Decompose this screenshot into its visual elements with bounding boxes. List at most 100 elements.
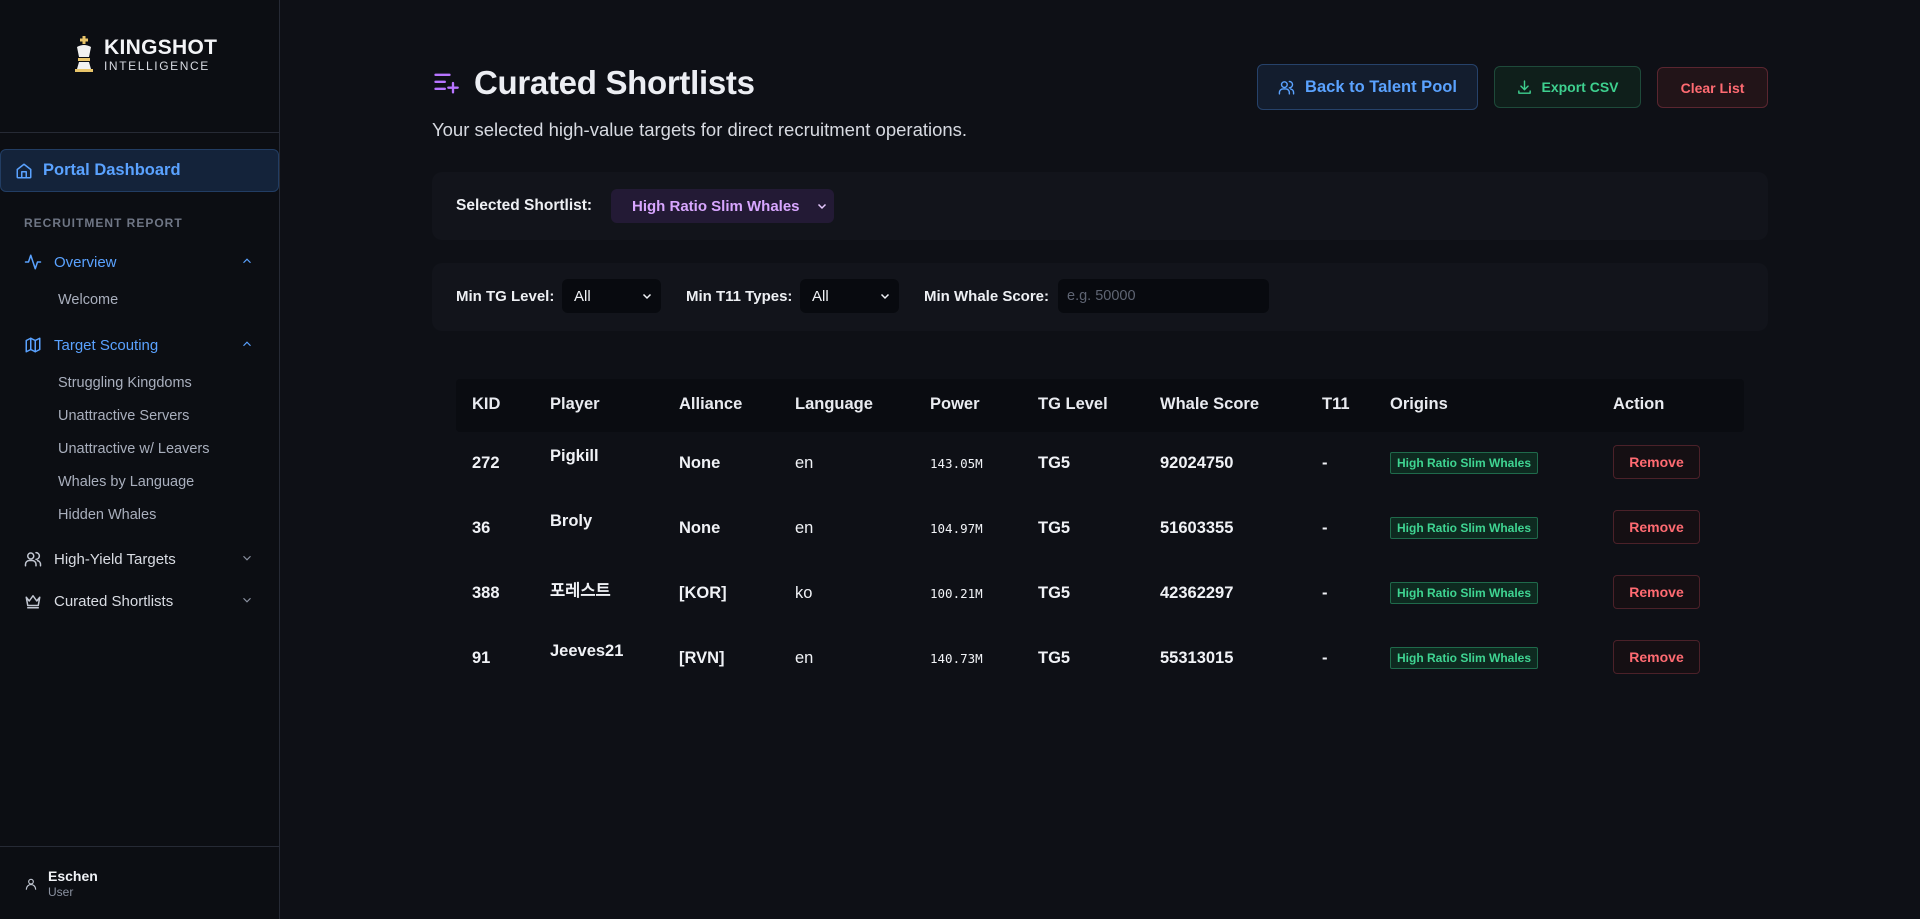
table-row: 388 포레스트 [KOR] ko 100.21M TG5 42362297 -…	[456, 562, 1744, 627]
user-profile[interactable]: Eschen User	[24, 868, 98, 899]
th-alliance: Alliance	[679, 395, 743, 413]
cell-power: 140.73M	[930, 651, 983, 666]
origin-badge: High Ratio Slim Whales	[1390, 647, 1539, 669]
sidebar-subitem-whales-by-language[interactable]: Whales by Language	[58, 474, 194, 490]
sidebar-item-high-yield-targets[interactable]: High-Yield Targets	[24, 547, 254, 571]
portal-dashboard-label: Portal Dashboard	[43, 161, 181, 179]
export-csv-button[interactable]: Export CSV	[1494, 66, 1641, 108]
cell-tg-level: TG5	[1038, 584, 1071, 602]
shortlist-table: KID Player Alliance Language Power TG Le…	[456, 379, 1744, 674]
user-role: User	[48, 885, 74, 899]
remove-button[interactable]: Remove	[1613, 640, 1700, 674]
back-button-label: Back to Talent Pool	[1305, 77, 1457, 96]
cell-t11: -	[1322, 454, 1328, 472]
sidebar-item-label: High-Yield Targets	[54, 550, 176, 568]
min-tg-value: All	[574, 287, 591, 305]
cell-alliance: None	[679, 519, 721, 537]
th-language: Language	[795, 395, 873, 413]
cell-tg-level: TG5	[1038, 519, 1071, 537]
shortlist-label: Selected Shortlist:	[456, 197, 593, 214]
chevron-down-icon	[642, 293, 652, 300]
user-name: Eschen	[48, 868, 98, 884]
cell-power: 143.05M	[930, 456, 983, 471]
cell-whale-score: 55313015	[1160, 649, 1234, 667]
cell-tg-level: TG5	[1038, 454, 1071, 472]
brand-name: KINGSHOT	[104, 35, 218, 59]
min-whale-score-input[interactable]	[1058, 279, 1269, 313]
cell-kid: 91	[472, 649, 491, 667]
shortlist-select[interactable]: High Ratio Slim Whales	[611, 189, 834, 223]
cell-language: en	[795, 519, 814, 537]
th-origins: Origins	[1390, 395, 1448, 413]
cell-language: en	[795, 649, 814, 667]
cell-alliance: None	[679, 454, 721, 472]
cell-player: Jeeves21	[550, 642, 624, 660]
origin-badge: High Ratio Slim Whales	[1390, 582, 1539, 604]
cell-t11: -	[1322, 519, 1328, 537]
clear-button-label: Clear List	[1680, 79, 1745, 96]
remove-button[interactable]: Remove	[1613, 575, 1700, 609]
origin-badge: High Ratio Slim Whales	[1390, 517, 1539, 539]
page-header: Curated Shortlists	[432, 64, 755, 102]
section-label: RECRUITMENT REPORT	[24, 216, 183, 230]
cell-power: 100.21M	[930, 586, 983, 601]
back-to-talent-pool-button[interactable]: Back to Talent Pool	[1257, 64, 1478, 110]
th-player: Player	[550, 395, 600, 413]
sidebar-subitem-hidden-whales[interactable]: Hidden Whales	[58, 507, 156, 523]
chevron-down-icon	[880, 293, 890, 300]
chevron-down-icon[interactable]	[240, 551, 254, 565]
remove-button[interactable]: Remove	[1613, 445, 1700, 479]
brand-logo[interactable]: KINGSHOT INTELLIGENCE	[70, 34, 217, 74]
cell-whale-score: 51603355	[1160, 519, 1234, 537]
cell-whale-score: 42362297	[1160, 584, 1234, 602]
cell-kid: 36	[472, 519, 491, 537]
table-header: KID Player Alliance Language Power TG Le…	[456, 379, 1744, 432]
crown-icon	[24, 592, 42, 610]
origin-badge: High Ratio Slim Whales	[1390, 452, 1539, 474]
th-t11: T11	[1322, 395, 1350, 413]
cell-whale-score: 92024750	[1160, 454, 1234, 472]
min-whale-label: Min Whale Score:	[924, 288, 1050, 305]
sidebar-bottom-divider	[0, 846, 279, 847]
remove-button[interactable]: Remove	[1613, 510, 1700, 544]
min-t11-value: All	[812, 287, 829, 305]
portal-dashboard-button[interactable]: Portal Dashboard	[0, 149, 279, 192]
download-icon	[1518, 79, 1532, 94]
min-tg-select[interactable]: All	[562, 279, 661, 313]
page-subtitle: Your selected high-value targets for dir…	[432, 119, 968, 140]
chevron-up-icon[interactable]	[240, 337, 254, 351]
sidebar-subitem-unattractive-leavers[interactable]: Unattractive w/ Leavers	[58, 441, 210, 457]
cell-tg-level: TG5	[1038, 649, 1071, 667]
users-icon	[1278, 80, 1295, 95]
min-t11-label: Min T11 Types:	[686, 288, 793, 305]
sidebar-subitem-struggling-kingdoms[interactable]: Struggling Kingdoms	[58, 375, 192, 391]
th-power: Power	[930, 395, 980, 413]
cell-player: Pigkill	[550, 447, 599, 465]
cell-player: 포레스트	[550, 582, 611, 600]
sidebar-item-target-scouting[interactable]: Target Scouting	[24, 333, 254, 357]
sidebar: KINGSHOT INTELLIGENCE Portal Dashboard R…	[0, 0, 280, 919]
sidebar-subitem-welcome[interactable]: Welcome	[58, 292, 118, 308]
sidebar-subitem-unattractive-servers[interactable]: Unattractive Servers	[58, 408, 189, 424]
cell-language: en	[795, 454, 814, 472]
chevron-up-icon[interactable]	[240, 254, 254, 268]
activity-icon	[24, 253, 42, 271]
chevron-down-icon[interactable]	[240, 593, 254, 607]
sidebar-item-label: Overview	[54, 253, 117, 271]
export-button-label: Export CSV	[1541, 79, 1619, 95]
cell-alliance: [RVN]	[679, 649, 725, 667]
table-row: 91 Jeeves21 [RVN] en 140.73M TG5 5531301…	[456, 627, 1744, 692]
th-action: Action	[1613, 395, 1665, 413]
min-tg-label: Min TG Level:	[456, 288, 555, 305]
th-whale-score: Whale Score	[1160, 395, 1260, 413]
cell-t11: -	[1322, 584, 1328, 602]
min-t11-select[interactable]: All	[800, 279, 899, 313]
clear-list-button[interactable]: Clear List	[1657, 67, 1768, 108]
cell-language: ko	[795, 584, 813, 602]
sidebar-item-curated-shortlists[interactable]: Curated Shortlists	[24, 589, 254, 613]
home-icon	[16, 163, 32, 178]
chevron-down-icon	[817, 203, 827, 210]
sidebar-item-label: Curated Shortlists	[54, 592, 174, 610]
sidebar-item-overview[interactable]: Overview	[24, 250, 254, 274]
shortlist-selected-value: High Ratio Slim Whales	[632, 197, 800, 215]
